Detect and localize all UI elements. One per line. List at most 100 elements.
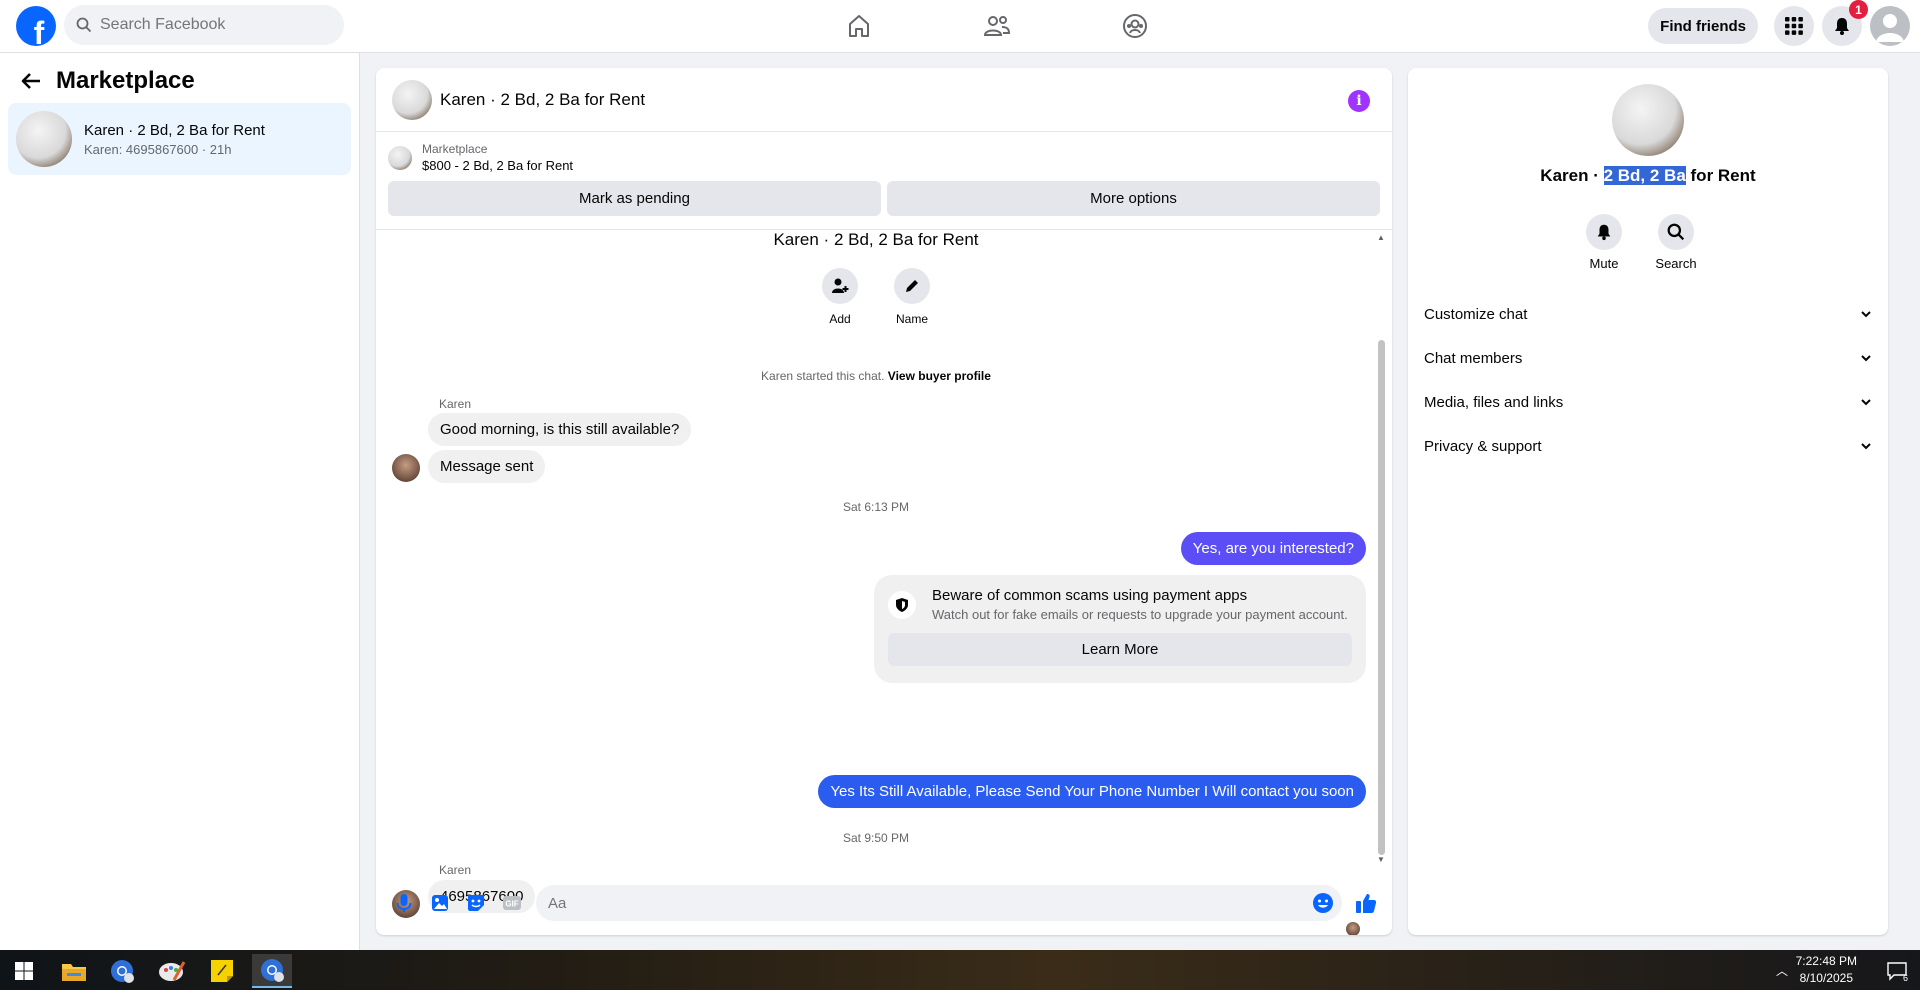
account-avatar[interactable] <box>1870 6 1910 46</box>
conversation-item[interactable]: Karen · 2 Bd, 2 Ba for Rent Karen: 46958… <box>8 103 351 175</box>
bell-icon <box>1597 224 1611 241</box>
notification-center-icon: 6 <box>1887 962 1908 983</box>
gif-button[interactable]: GIF <box>494 885 530 921</box>
chat-window: Karen · 2 Bd, 2 Ba for Rent i Marketplac… <box>376 68 1392 935</box>
photo-icon <box>432 895 448 911</box>
facebook-logo[interactable]: f <box>16 6 56 46</box>
browser-icon <box>111 960 134 983</box>
nav-home[interactable] <box>790 0 928 52</box>
windows-taskbar: ︿ 7:22:48 PM 8/10/2025 6 <box>0 950 1920 990</box>
voice-clip-button[interactable] <box>386 885 422 921</box>
search-in-chat-action[interactable]: Search <box>1655 214 1697 271</box>
listing-actions: Mark as pending More options <box>388 181 1380 216</box>
taskbar-clock[interactable]: 7:22:48 PM 8/10/2025 <box>1796 953 1857 987</box>
search-icon <box>76 17 92 33</box>
details-listing-thumbnail[interactable] <box>1612 84 1684 156</box>
main-nav <box>790 0 1204 52</box>
notification-badge: 1 <box>1849 0 1868 19</box>
clock-date: 8/10/2025 <box>1799 971 1853 985</box>
listing-category: Marketplace <box>422 142 488 156</box>
scroll-down-arrow-icon[interactable]: ▼ <box>1376 856 1386 864</box>
menu-button[interactable] <box>1774 6 1814 46</box>
microphone-icon <box>396 894 412 912</box>
show-hidden-icons-chevron-up-icon[interactable]: ︿ <box>1776 962 1788 979</box>
chat-header-thumbnail[interactable] <box>392 79 432 120</box>
find-friends-button[interactable]: Find friends <box>1648 8 1758 44</box>
chat-details-panel: Karen · 2 Bd, 2 Ba for Rent Mute Search … <box>1408 68 1888 935</box>
chevron-down-icon <box>1861 443 1871 450</box>
back-arrow-icon[interactable] <box>18 68 44 94</box>
scrollbar-thumb[interactable] <box>1378 340 1385 855</box>
message-composer: GIF <box>376 871 1392 935</box>
details-title-suffix: for Rent <box>1685 166 1756 185</box>
top-navigation-bar: f Find friends 1 <box>0 0 1920 53</box>
details-title: Karen · 2 Bd, 2 Ba for Rent <box>1408 166 1888 186</box>
shield-icon <box>888 591 916 619</box>
chevron-down-icon <box>1861 399 1871 406</box>
search-bar[interactable] <box>64 5 344 45</box>
section-label: Privacy & support <box>1424 437 1542 455</box>
name-action[interactable]: Name <box>893 268 931 326</box>
chat-started-notice: Karen started this chat. View buyer prof… <box>376 369 1376 383</box>
taskbar-paint-app[interactable] <box>152 954 192 988</box>
thread-intro-actions: Add Name <box>821 268 931 326</box>
listing-price-title: $800 - 2 Bd, 2 Ba for Rent <box>422 158 574 173</box>
outgoing-message[interactable]: Yes Its Still Available, Please Send You… <box>818 775 1366 808</box>
chat-header: Karen · 2 Bd, 2 Ba for Rent i <box>376 68 1392 132</box>
emoji-icon[interactable] <box>1312 892 1334 914</box>
message-input[interactable] <box>548 894 1312 912</box>
browser-icon <box>261 959 284 982</box>
details-actions: Mute Search <box>1586 214 1697 271</box>
home-icon <box>849 15 869 37</box>
like-button[interactable] <box>1348 885 1384 921</box>
privacy-support-section[interactable]: Privacy & support <box>1416 424 1880 468</box>
chat-members-section[interactable]: Chat members <box>1416 336 1880 380</box>
thread-intro-title: Karen · 2 Bd, 2 Ba for Rent <box>773 230 979 249</box>
attach-photo-button[interactable] <box>422 885 458 921</box>
incoming-message[interactable]: Good morning, is this still available? <box>428 413 692 446</box>
taskbar-sticky-notes[interactable] <box>202 954 242 988</box>
chat-header-title[interactable]: Karen · 2 Bd, 2 Ba for Rent <box>440 90 645 110</box>
taskbar-chrome-1[interactable] <box>102 954 142 988</box>
message-thread: Karen · 2 Bd, 2 Ba for Rent Add Name Kar… <box>376 230 1392 935</box>
details-title-selected: 2 Bd, 2 Ba <box>1603 166 1686 185</box>
media-files-links-section[interactable]: Media, files and links <box>1416 380 1880 424</box>
sticky-note-icon <box>211 960 233 982</box>
add-person-icon <box>832 278 849 293</box>
view-buyer-profile-link[interactable]: View buyer profile <box>888 369 991 383</box>
add-people-action[interactable]: Add <box>821 268 859 326</box>
sticker-button[interactable] <box>458 885 494 921</box>
scam-warning-card: Beware of common scams using payment app… <box>874 575 1366 683</box>
scroll-up-arrow-icon[interactable]: ▲ <box>1376 234 1386 242</box>
customize-chat-section[interactable]: Customize chat <box>1416 292 1880 336</box>
gif-icon: GIF <box>503 896 521 910</box>
karen-avatar[interactable] <box>392 454 420 482</box>
listing-summary[interactable]: Marketplace $800 - 2 Bd, 2 Ba for Rent <box>388 142 1380 173</box>
start-button[interactable] <box>4 954 44 988</box>
action-center-button[interactable]: 6 <box>1886 960 1908 983</box>
taskbar-file-explorer[interactable] <box>54 954 94 988</box>
taskbar-chrome-2-active[interactable] <box>252 954 292 988</box>
default-avatar-icon <box>1876 14 1904 42</box>
listing-banner: Marketplace $800 - 2 Bd, 2 Ba for Rent M… <box>376 132 1392 230</box>
notification-center-count: 6 <box>1903 973 1908 982</box>
listing-small-thumbnail <box>388 145 412 170</box>
chat-started-text: Karen started this chat. <box>761 369 885 383</box>
nav-friends[interactable] <box>928 0 1066 52</box>
more-options-button[interactable]: More options <box>887 181 1380 216</box>
mark-as-pending-button[interactable]: Mark as pending <box>388 181 881 216</box>
nav-groups[interactable] <box>1066 0 1204 52</box>
search-input[interactable] <box>100 16 320 34</box>
section-label: Media, files and links <box>1424 393 1564 411</box>
mute-action[interactable]: Mute <box>1586 214 1622 271</box>
info-icon[interactable]: i <box>1348 90 1370 112</box>
message-input-box[interactable] <box>536 885 1342 921</box>
message-timestamp: Sat 9:50 PM <box>842 831 910 845</box>
learn-more-button[interactable]: Learn More <box>888 633 1352 666</box>
incoming-message[interactable]: Message sent <box>428 450 546 483</box>
sticker-icon <box>468 895 484 911</box>
notifications-button[interactable]: 1 <box>1822 0 1868 46</box>
message-scrollbar[interactable]: ▲ ▼ <box>1376 234 1386 864</box>
outgoing-message[interactable]: Yes, are you interested? <box>1180 532 1366 565</box>
pencil-icon <box>906 280 918 292</box>
